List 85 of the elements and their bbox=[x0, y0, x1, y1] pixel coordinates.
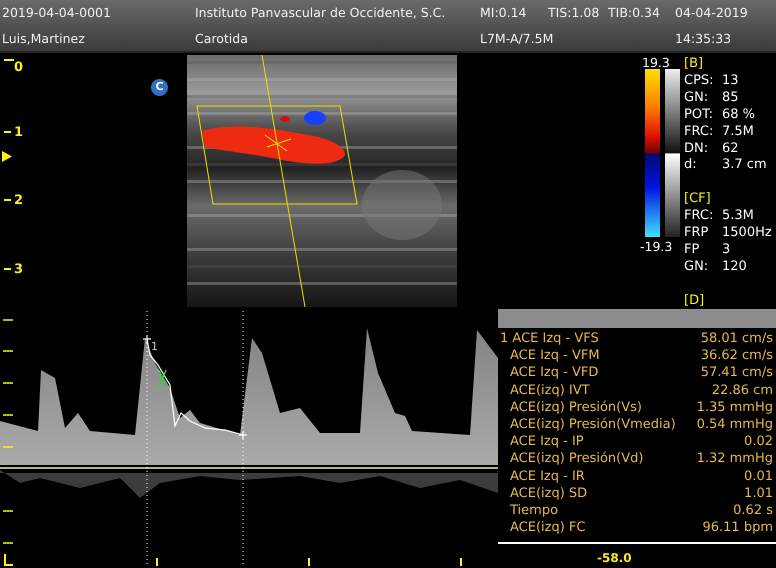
exam-type: Carotida bbox=[194, 30, 248, 48]
patient-id: 2019-04-04-0001 bbox=[1, 4, 111, 22]
measurement-label: ACE(izq) SD bbox=[509, 484, 588, 502]
parameter-value: 120 bbox=[722, 258, 748, 276]
baseline-velocity-label: -58.0 bbox=[597, 550, 632, 567]
parameter-label: GN: bbox=[684, 258, 710, 276]
measurement-value: 1.35 mmHg bbox=[696, 398, 773, 416]
exam-time: 14:35:33 bbox=[674, 30, 732, 48]
measurement-value: 58.01 cm/s bbox=[700, 330, 773, 348]
cross-marker-icon bbox=[158, 369, 167, 387]
measurement-label: ACE(izq) Presión(Vmedia) bbox=[509, 416, 676, 434]
focus-marker-icon bbox=[2, 151, 12, 162]
crosshair-icon bbox=[238, 430, 248, 440]
parameter-label: GN: bbox=[684, 90, 710, 107]
section-title: [B] bbox=[684, 56, 704, 73]
depth-label: 3 bbox=[14, 261, 24, 279]
parameter-label: DN: bbox=[684, 140, 710, 158]
parameter-value: 5.3M bbox=[722, 208, 755, 226]
parameter-label: FRC: bbox=[684, 124, 714, 141]
measurement-label: ACE(izq) Presión(Vs) bbox=[509, 398, 642, 416]
bone-thermal-index: TIB:0.34 bbox=[607, 4, 660, 22]
crosshair-icon bbox=[142, 334, 152, 344]
parameter-value: 1500Hz bbox=[722, 225, 772, 242]
measurement-label: ACE Izq - IP bbox=[509, 433, 584, 450]
depth-label: 0 bbox=[14, 59, 24, 77]
soft-tissue-thermal-index: TIS:1.08 bbox=[547, 4, 600, 22]
measurement-value: 0.01 bbox=[744, 468, 773, 485]
velocity-tick bbox=[3, 319, 13, 321]
section-title: [CF] bbox=[684, 191, 712, 208]
measurement-label: ACE Izq - IR bbox=[509, 468, 585, 485]
patient-name: Luis,Martinez bbox=[1, 30, 85, 48]
velocity-tick bbox=[3, 510, 13, 512]
section-title: [D] bbox=[684, 292, 706, 310]
velocity-tick bbox=[3, 542, 13, 544]
parameter-label: FP bbox=[684, 242, 700, 259]
parameter-value: 68 % bbox=[722, 106, 756, 124]
measurement-value: 0.02 bbox=[744, 433, 773, 450]
measurement-label: ACE(izq) Presión(Vd) bbox=[509, 450, 644, 468]
measurement-label: 1 ACE Izq - VFS bbox=[499, 330, 599, 348]
measurement-value: 36.62 cm/s bbox=[700, 347, 773, 364]
parameter-label: d: bbox=[684, 157, 698, 174]
depth-tick bbox=[4, 59, 14, 61]
parameter-value: 62 bbox=[722, 140, 740, 158]
velocity-tick bbox=[3, 350, 13, 352]
parameter-value: 85 bbox=[722, 90, 740, 107]
time-axis-corner bbox=[4, 554, 13, 566]
depth-tick bbox=[4, 131, 11, 133]
parameter-label: POT: bbox=[684, 106, 714, 124]
parameter-label: CPS: bbox=[684, 72, 715, 90]
parameter-label: FRP bbox=[684, 225, 710, 242]
time-tick bbox=[460, 558, 462, 566]
parameter-value: 3.7 cm bbox=[722, 157, 768, 174]
measurement-label: ACE Izq - VFM bbox=[509, 347, 600, 364]
scale-min-label: -19.3 bbox=[640, 238, 672, 256]
measurement-value: 22.86 cm bbox=[712, 382, 773, 399]
exam-date: 04-04-2019 bbox=[674, 4, 748, 22]
parameter-label: FRC: bbox=[684, 208, 714, 226]
time-tick bbox=[156, 558, 158, 566]
time-tick bbox=[308, 558, 310, 566]
measurement-value: 0.62 s bbox=[733, 502, 773, 520]
depth-label: 1 bbox=[14, 124, 24, 142]
scale-max-label: 19.3 bbox=[642, 54, 670, 72]
measurement-label: ACE Izq - VFD bbox=[509, 364, 598, 382]
measurement-label: ACE(izq) FC bbox=[509, 519, 586, 536]
depth-tick bbox=[4, 199, 11, 201]
parameter-value: 3 bbox=[722, 242, 732, 259]
measurement-value: 57.41 cm/s bbox=[700, 364, 773, 382]
probe-frequency: L7M-A/7.5M bbox=[479, 30, 554, 48]
velocity-tick bbox=[3, 382, 13, 384]
institution-name: Instituto Panvascular de Occidente, S.C. bbox=[194, 4, 446, 22]
measurement-value: 1.01 bbox=[744, 484, 773, 502]
mechanical-index: MI:0.14 bbox=[479, 4, 527, 22]
depth-label: 2 bbox=[14, 192, 24, 210]
measurement-value: 1.32 mmHg bbox=[696, 450, 773, 468]
parameter-value: 7.5M bbox=[722, 124, 755, 141]
parameter-value: 13 bbox=[722, 72, 740, 90]
measurement-label: Tiempo bbox=[509, 502, 558, 520]
measurement-value: 0.54 mmHg bbox=[696, 416, 773, 434]
measurement-label: ACE(izq) IVT bbox=[509, 382, 590, 399]
trace-label: 1 bbox=[151, 340, 158, 353]
measurement-value: 96.11 bpm bbox=[702, 519, 773, 536]
velocity-tick bbox=[3, 414, 13, 416]
mode-badge: C bbox=[151, 79, 168, 96]
velocity-tick bbox=[3, 446, 13, 448]
depth-tick bbox=[4, 268, 11, 270]
